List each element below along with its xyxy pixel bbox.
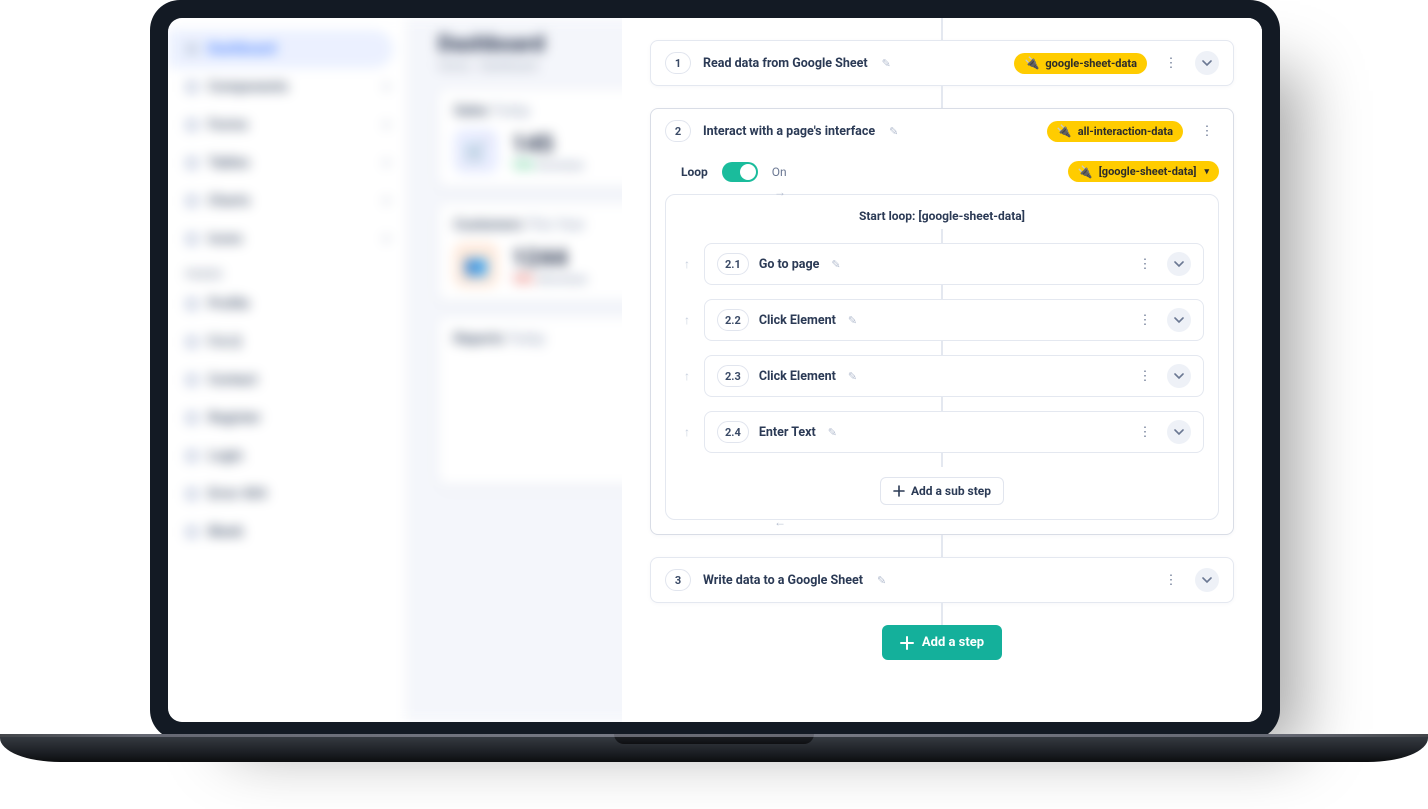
more-menu-icon[interactable]: ⋮ <box>1159 568 1183 592</box>
sub-step: 2.3 Click Element ✎ ⋮ <box>704 355 1204 397</box>
plug-icon: 🔌 <box>1024 57 1039 69</box>
output-chip[interactable]: 🔌 google-sheet-data <box>1014 53 1147 74</box>
sub-step: 2.4 Enter Text ✎ ⋮ <box>704 411 1204 453</box>
edit-icon[interactable]: ✎ <box>831 258 840 271</box>
expand-toggle[interactable] <box>1167 252 1191 276</box>
sub-step-title: Click Element <box>759 369 836 384</box>
step-1: 1 Read data from Google Sheet ✎ 🔌 google… <box>650 40 1234 86</box>
step-number-badge: 1 <box>665 52 691 74</box>
sub-step-row: ↑ 2.2 Click Element ✎ ⋮ <box>680 299 1204 341</box>
sub-step: 2.1 Go to page ✎ ⋮ <box>704 243 1204 285</box>
expand-toggle[interactable] <box>1167 364 1191 388</box>
sub-step-row: ↑ 2.3 Click Element ✎ ⋮ <box>680 355 1204 397</box>
loop-source-chip[interactable]: 🔌 [google-sheet-data] ▾ <box>1068 161 1219 182</box>
step-title: Write data to a Google Sheet <box>703 573 863 588</box>
add-sub-step-button[interactable]: Add a sub step <box>880 477 1004 505</box>
loop-controls: Loop On 🔌 [google-sheet-data] ▾ <box>651 153 1233 194</box>
loop-body: → ← Start loop: [google-sheet-data] ↑ 2.… <box>665 194 1219 520</box>
sub-step: 2.2 Click Element ✎ ⋮ <box>704 299 1204 341</box>
sub-step-number: 2.2 <box>717 309 749 331</box>
edit-icon[interactable]: ✎ <box>889 125 898 138</box>
step-2: 2 Interact with a page's interface ✎ 🔌 a… <box>650 108 1234 535</box>
loop-return-arrow-icon: ← <box>774 515 786 529</box>
sub-step-number: 2.3 <box>717 365 749 387</box>
loop-enter-arrow-icon: → <box>774 185 790 201</box>
expand-toggle[interactable] <box>1195 51 1219 75</box>
loop-start-label: Start loop: [google-sheet-data] <box>680 209 1204 223</box>
step-title: Interact with a page's interface <box>703 124 875 139</box>
edit-icon[interactable]: ✎ <box>882 57 891 70</box>
sub-step-row: ↑ 2.4 Enter Text ✎ ⋮ <box>680 411 1204 453</box>
more-menu-icon[interactable]: ⋮ <box>1195 119 1219 143</box>
edit-icon[interactable]: ✎ <box>877 574 886 587</box>
drag-handle-icon[interactable]: ↑ <box>680 425 694 439</box>
step-number-badge: 2 <box>665 120 691 142</box>
drag-handle-icon[interactable]: ↑ <box>680 369 694 383</box>
output-chip[interactable]: 🔌 all-interaction-data <box>1047 121 1183 142</box>
more-menu-icon[interactable]: ⋮ <box>1133 308 1157 332</box>
more-menu-icon[interactable]: ⋮ <box>1133 252 1157 276</box>
sub-step-number: 2.4 <box>717 421 749 443</box>
edit-icon[interactable]: ✎ <box>848 314 857 327</box>
sub-step-title: Enter Text <box>759 425 816 440</box>
loop-state: On <box>772 165 787 179</box>
more-menu-icon[interactable]: ⋮ <box>1159 51 1183 75</box>
loop-label: Loop <box>681 165 708 179</box>
more-menu-icon[interactable]: ⋮ <box>1133 420 1157 444</box>
sub-step-row: ↑ 2.1 Go to page ✎ ⋮ <box>680 243 1204 285</box>
step-title: Read data from Google Sheet <box>703 56 868 71</box>
expand-toggle[interactable] <box>1195 568 1219 592</box>
edit-icon[interactable]: ✎ <box>848 370 857 383</box>
step-3: 3 Write data to a Google Sheet ✎ ⋮ <box>650 557 1234 603</box>
more-menu-icon[interactable]: ⋮ <box>1133 364 1157 388</box>
sub-step-title: Click Element <box>759 313 836 328</box>
sub-step-number: 2.1 <box>717 253 749 275</box>
plug-icon: 🔌 <box>1057 125 1072 137</box>
edit-icon[interactable]: ✎ <box>828 426 837 439</box>
drag-handle-icon[interactable]: ↑ <box>680 313 694 327</box>
loop-toggle[interactable] <box>722 162 758 182</box>
drag-handle-icon[interactable]: ↑ <box>680 257 694 271</box>
expand-toggle[interactable] <box>1167 420 1191 444</box>
chevron-down-icon: ▾ <box>1204 167 1209 177</box>
add-step-button[interactable]: Add a step <box>882 625 1002 660</box>
workflow-panel: 1 Read data from Google Sheet ✎ 🔌 google… <box>622 18 1262 722</box>
step-number-badge: 3 <box>665 569 691 591</box>
expand-toggle[interactable] <box>1167 308 1191 332</box>
plug-icon: 🔌 <box>1078 166 1093 178</box>
sub-step-title: Go to page <box>759 257 820 272</box>
